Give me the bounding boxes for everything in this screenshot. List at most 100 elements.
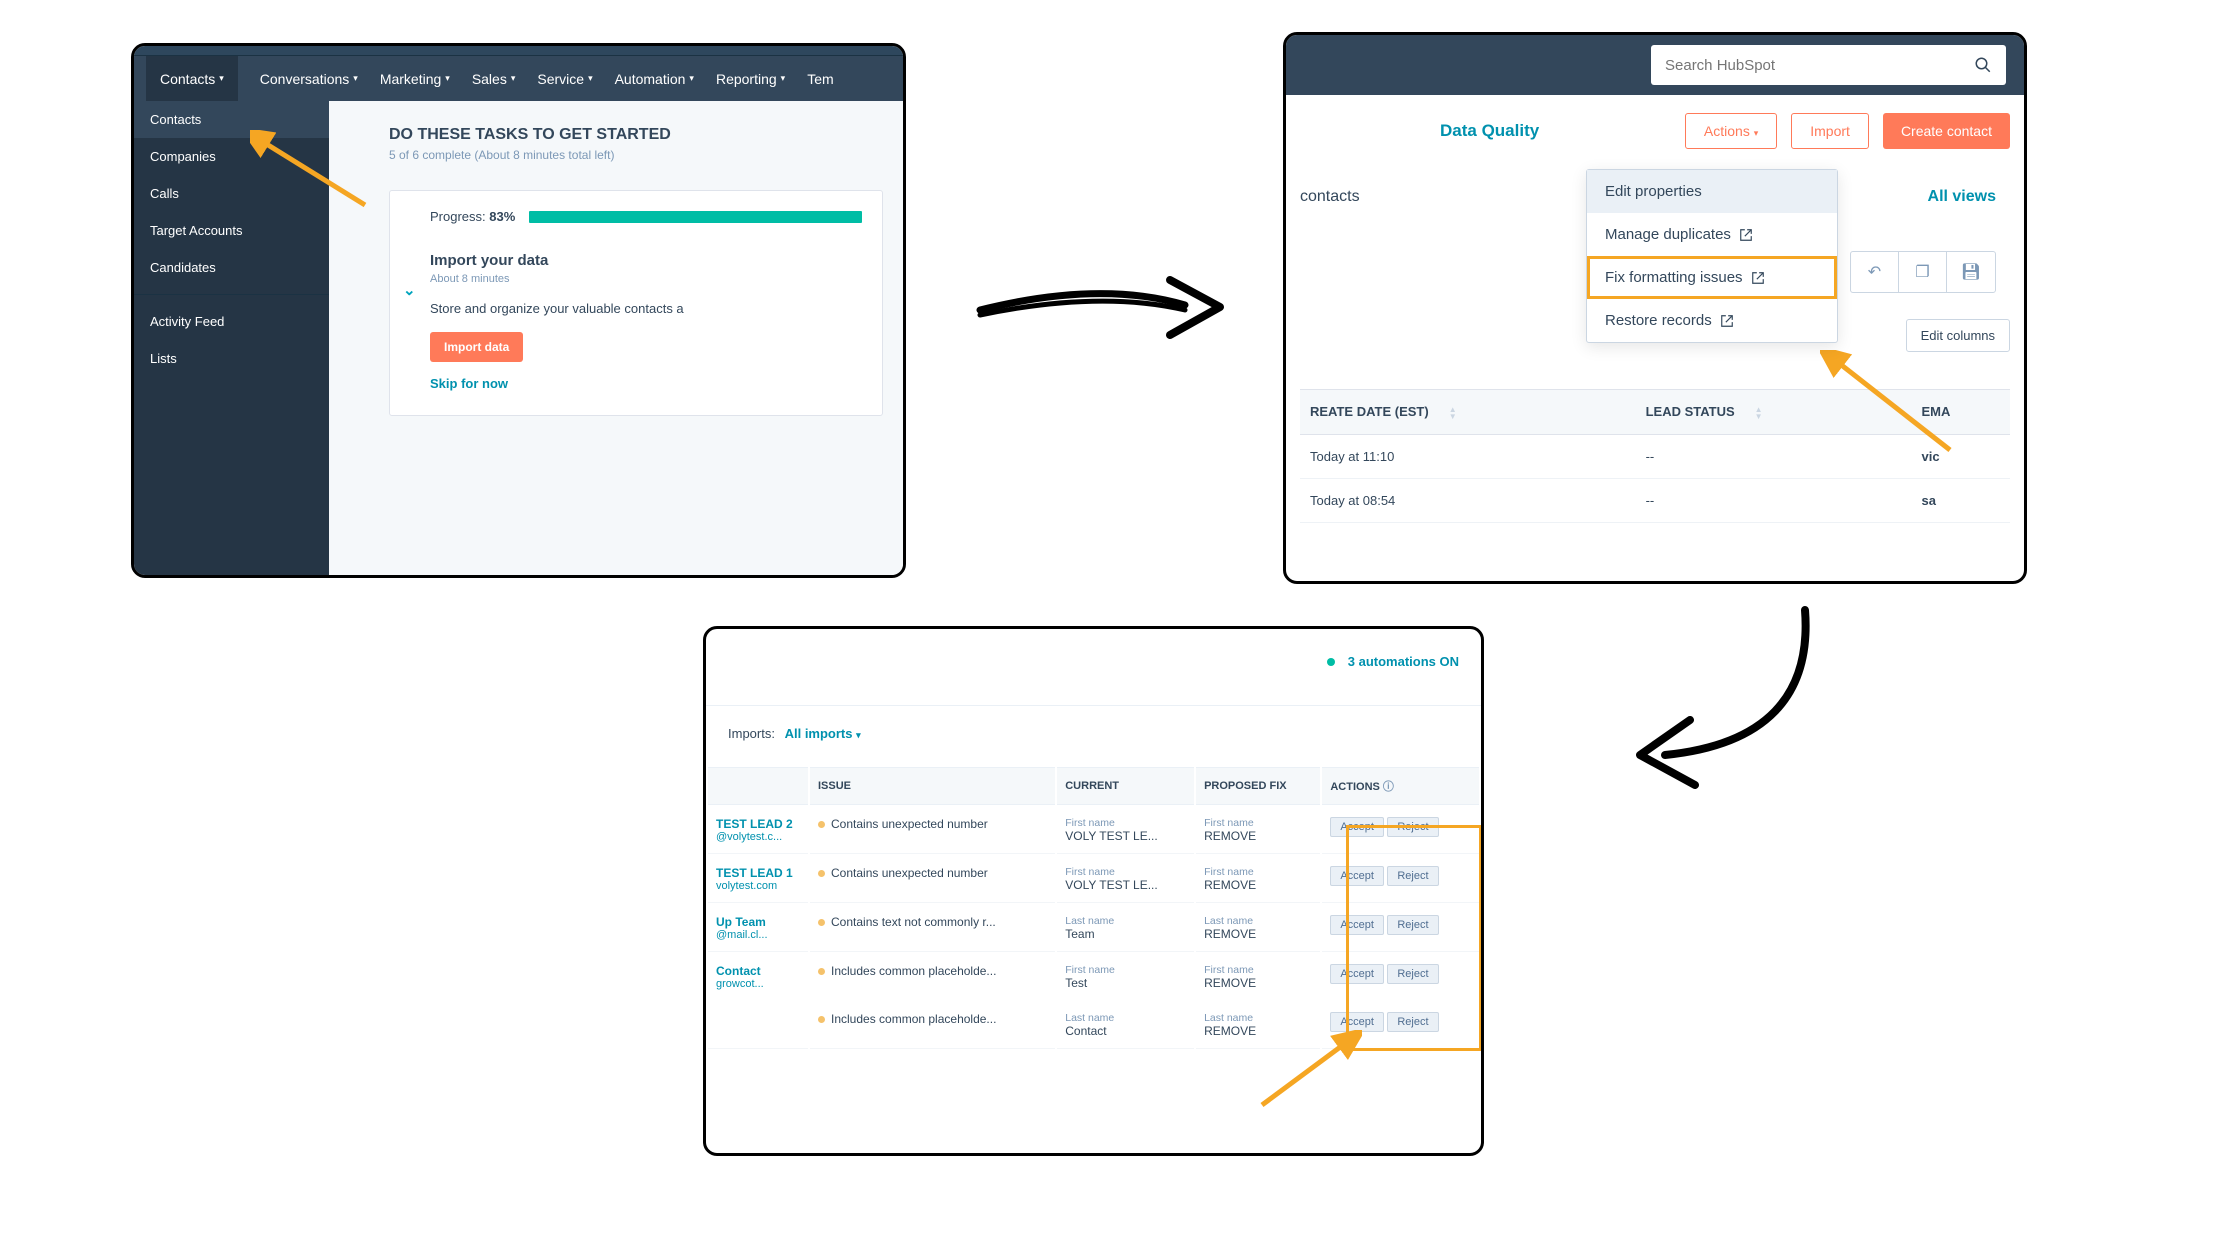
dd-restore-records[interactable]: Restore records bbox=[1587, 299, 1837, 342]
record-name[interactable]: Up Team bbox=[716, 915, 800, 929]
proposed-label: First name bbox=[1204, 866, 1312, 878]
caret-down-icon: ▾ bbox=[445, 73, 450, 84]
caret-down-icon: ▾ bbox=[588, 73, 593, 84]
accept-button[interactable]: Accept bbox=[1330, 964, 1384, 984]
th-create-date[interactable]: REATE DATE (EST)▲▼ bbox=[1300, 390, 1636, 435]
card-duration: About 8 minutes bbox=[430, 273, 862, 285]
chevron-down-icon[interactable]: ⌄ bbox=[403, 281, 416, 299]
issue-text: Includes common placeholde... bbox=[831, 964, 996, 978]
main-content: DO THESE TASKS TO GET STARTED 5 of 6 com… bbox=[329, 101, 903, 575]
create-contact-button[interactable]: Create contact bbox=[1883, 113, 2010, 149]
accept-button[interactable]: Accept bbox=[1330, 1012, 1384, 1032]
proposed-value: REMOVE bbox=[1204, 976, 1312, 990]
warning-dot-icon bbox=[818, 821, 825, 828]
nav-conversations[interactable]: Conversations▾ bbox=[260, 71, 358, 87]
record-name[interactable]: TEST LEAD 2 bbox=[716, 817, 800, 831]
current-value: Team bbox=[1065, 927, 1186, 941]
nav-overflow[interactable]: Tem bbox=[807, 71, 833, 87]
automations-status[interactable]: 3 automations ON bbox=[1348, 654, 1459, 669]
accept-button[interactable]: Accept bbox=[1330, 915, 1384, 935]
proposed-label: First name bbox=[1204, 817, 1312, 829]
caret-down-icon: ▾ bbox=[353, 73, 358, 84]
reject-button[interactable]: Reject bbox=[1387, 964, 1438, 984]
copy-icon[interactable]: ❐ bbox=[1899, 252, 1947, 292]
nav-contacts[interactable]: Contacts▾ bbox=[146, 56, 238, 101]
warning-dot-icon bbox=[818, 919, 825, 926]
flow-arrow-icon bbox=[970, 255, 1230, 355]
caret-down-icon: ▾ bbox=[219, 73, 224, 84]
annotation-arrow-icon bbox=[1252, 1030, 1362, 1120]
reject-button[interactable]: Reject bbox=[1387, 1012, 1438, 1032]
edit-columns-button[interactable]: Edit columns bbox=[1906, 319, 2010, 352]
tasks-subheading: 5 of 6 complete (About 8 minutes total l… bbox=[389, 148, 883, 162]
annotation-arrow-icon bbox=[250, 130, 380, 220]
issue-text: Contains text not commonly r... bbox=[831, 915, 996, 929]
current-label: Last name bbox=[1065, 1012, 1186, 1024]
imports-label: Imports: bbox=[728, 726, 775, 741]
table-row[interactable]: Contactgrowcot...Includes common placeho… bbox=[708, 954, 1479, 1000]
titlebar-strip bbox=[134, 46, 903, 56]
issue-text: Includes common placeholde... bbox=[831, 1012, 996, 1026]
search-input[interactable] bbox=[1665, 57, 1974, 74]
record-name[interactable]: Contact bbox=[716, 964, 800, 978]
record-name[interactable]: TEST LEAD 1 bbox=[716, 866, 800, 880]
current-label: First name bbox=[1065, 964, 1186, 976]
external-link-icon bbox=[1751, 271, 1765, 285]
search-box[interactable] bbox=[1651, 45, 2006, 85]
topbar bbox=[1286, 35, 2024, 95]
actions-button[interactable]: Actions ▾ bbox=[1685, 113, 1777, 149]
current-value: VOLY TEST LE... bbox=[1065, 829, 1186, 843]
annotation-arrow-icon bbox=[1820, 350, 1970, 470]
table-row[interactable]: Today at 08:54--sa bbox=[1300, 478, 2010, 522]
all-views-link[interactable]: All views bbox=[1928, 188, 1996, 206]
save-icon[interactable]: 💾︎ bbox=[1947, 252, 1995, 292]
nav-marketing[interactable]: Marketing▾ bbox=[380, 71, 450, 87]
table-row[interactable]: Includes common placeholde...Last nameCo… bbox=[708, 1002, 1479, 1049]
dd-manage-duplicates[interactable]: Manage duplicates bbox=[1587, 213, 1837, 256]
import-button[interactable]: Import bbox=[1791, 113, 1869, 149]
current-label: First name bbox=[1065, 817, 1186, 829]
record-email: @mail.cl... bbox=[716, 929, 800, 941]
warning-dot-icon bbox=[818, 968, 825, 975]
caret-down-icon: ▾ bbox=[511, 73, 516, 84]
contacts-panel: Data Quality Actions ▾ Import Create con… bbox=[1283, 32, 2027, 584]
primary-nav: Contacts▾ Conversations▾ Marketing▾ Sale… bbox=[134, 56, 903, 101]
nav-sales[interactable]: Sales▾ bbox=[472, 71, 516, 87]
card-title: Import your data bbox=[430, 252, 862, 269]
issue-text: Contains unexpected number bbox=[831, 866, 988, 880]
reject-button[interactable]: Reject bbox=[1387, 817, 1438, 837]
dd-edit-properties[interactable]: Edit properties bbox=[1587, 170, 1837, 213]
onboarding-panel: Contacts▾ Conversations▾ Marketing▾ Sale… bbox=[131, 43, 906, 578]
undo-icon[interactable]: ↶ bbox=[1851, 252, 1899, 292]
tasks-heading: DO THESE TASKS TO GET STARTED bbox=[389, 126, 883, 144]
table-row[interactable]: TEST LEAD 1volytest.comContains unexpect… bbox=[708, 856, 1479, 903]
nav-reporting[interactable]: Reporting▾ bbox=[716, 71, 785, 87]
table-row[interactable]: Up Team@mail.cl... Contains text not comm… bbox=[708, 905, 1479, 952]
accept-button[interactable]: Accept bbox=[1330, 866, 1384, 886]
sidebar-item-lists[interactable]: Lists bbox=[134, 340, 329, 377]
imports-select[interactable]: All imports ▾ bbox=[785, 726, 861, 741]
sidebar-item-candidates[interactable]: Candidates bbox=[134, 249, 329, 286]
accept-button[interactable]: Accept bbox=[1330, 817, 1384, 837]
warning-dot-icon bbox=[818, 1016, 825, 1023]
dd-fix-formatting[interactable]: Fix formatting issues bbox=[1587, 256, 1837, 299]
info-icon[interactable]: ⓘ bbox=[1383, 781, 1394, 793]
reject-button[interactable]: Reject bbox=[1387, 915, 1438, 935]
nav-automation[interactable]: Automation▾ bbox=[615, 71, 694, 87]
current-value: Test bbox=[1065, 976, 1186, 990]
proposed-label: First name bbox=[1204, 964, 1312, 976]
import-data-button[interactable]: Import data bbox=[430, 332, 523, 362]
record-email: @volytest.c... bbox=[716, 831, 800, 843]
caret-down-icon: ▾ bbox=[1754, 128, 1759, 138]
proposed-label: Last name bbox=[1204, 915, 1312, 927]
data-quality-link[interactable]: Data Quality bbox=[1440, 121, 1539, 141]
table-row[interactable]: TEST LEAD 2@volytest.c...Contains unexpe… bbox=[708, 807, 1479, 854]
skip-link[interactable]: Skip for now bbox=[430, 376, 508, 391]
nav-service[interactable]: Service▾ bbox=[537, 71, 592, 87]
sort-icon: ▲▼ bbox=[1449, 406, 1457, 420]
contacts-label: contacts bbox=[1300, 188, 1360, 206]
th-current: CURRENT bbox=[1057, 767, 1194, 805]
reject-button[interactable]: Reject bbox=[1387, 866, 1438, 886]
caret-down-icon: ▾ bbox=[856, 730, 861, 740]
sidebar-item-activity-feed[interactable]: Activity Feed bbox=[134, 303, 329, 340]
